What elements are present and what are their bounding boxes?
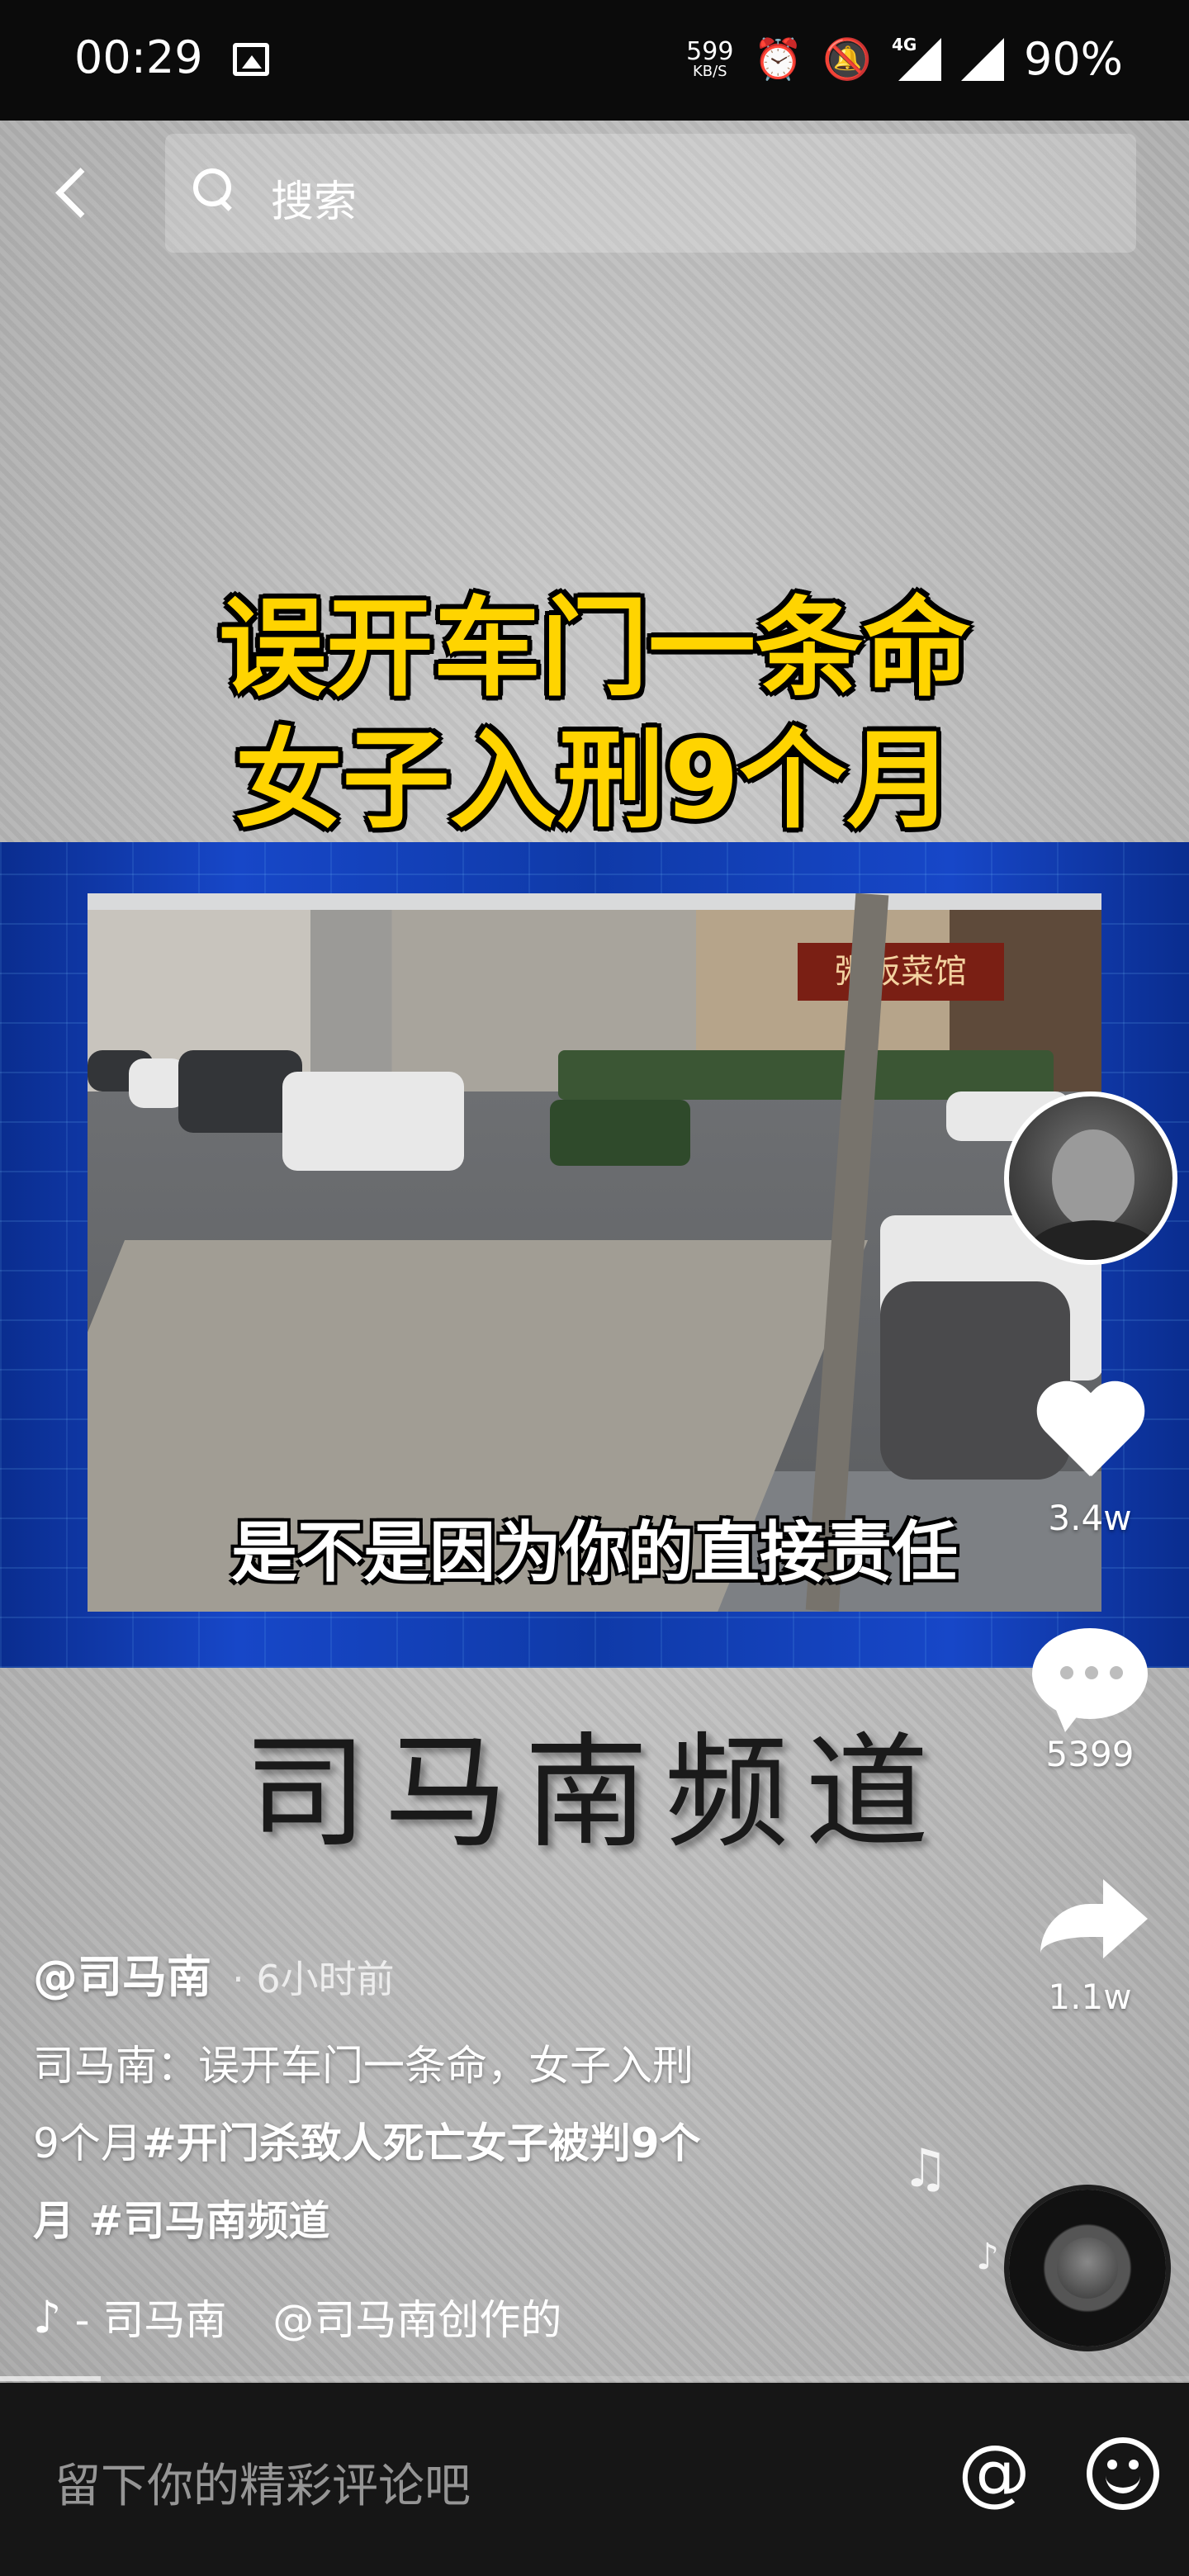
share-icon (1032, 1871, 1148, 1970)
tiktok-note-icon: ♪ (33, 2290, 62, 2343)
video-frame: 粥饭菜馆 是不是因为你的直接责任 (88, 893, 1101, 1612)
music-note-icon: ♪ (976, 2236, 1000, 2278)
music-note-icon: ♫ (902, 2138, 950, 2200)
share-count: 1.1w (1048, 1977, 1132, 2017)
post-time: · 6小时前 (232, 1957, 395, 2001)
comment-button[interactable]: 5399 (1024, 1628, 1156, 1774)
music-title: - 司马南 (74, 2296, 227, 2344)
status-indicators: 599 KB/S ⏰ 🔕 4G 90% (686, 33, 1123, 85)
comment-icon (1032, 1628, 1148, 1732)
scene-car-white (282, 1072, 464, 1171)
status-bar: 00:29 599 KB/S ⏰ 🔕 4G 90% (0, 0, 1189, 121)
hashtag-link[interactable]: #司马南频道 (88, 2197, 329, 2245)
scene-shop-sign: 粥饭菜馆 (798, 943, 1004, 1001)
network-speed: 599 KB/S (686, 36, 734, 80)
mute-icon: 🔕 (822, 36, 872, 83)
caption-text: 月 (33, 2197, 89, 2245)
search-input[interactable]: 搜索 (165, 134, 1136, 253)
status-time: 00:29 (74, 31, 203, 83)
channel-watermark: 司马南频道 (243, 1721, 945, 1865)
caption-text: 9个月 (33, 2119, 142, 2167)
caption-line: 月 #司马南频道 (33, 2182, 842, 2260)
video-headline-line2: 女子入刑9个月 (234, 717, 955, 843)
back-button[interactable] (45, 157, 111, 231)
comment-bar: 留下你的精彩评论吧 @ (0, 2383, 1189, 2576)
search-icon (193, 168, 234, 210)
mention-button[interactable]: @ (955, 2432, 1034, 2512)
author-name[interactable]: @司马南 (33, 1951, 211, 2003)
music-credit: @司马南创作的 (272, 2296, 562, 2344)
search-placeholder: 搜索 (271, 178, 358, 227)
music-disc-button[interactable] (1009, 2190, 1166, 2346)
heart-icon (1032, 1384, 1148, 1491)
emoji-icon[interactable] (1087, 2437, 1159, 2510)
comment-count: 5399 (1045, 1734, 1135, 1774)
video-progress-track[interactable] (0, 2376, 1189, 2381)
author-avatar[interactable] (1004, 1091, 1177, 1265)
cellular-4g-icon: 4G (892, 35, 941, 81)
hashtag-link[interactable]: #开门杀致人死亡女子被判9个 (142, 2119, 701, 2167)
network-speed-unit: KB/S (692, 62, 727, 80)
share-button[interactable]: 1.1w (1024, 1871, 1156, 2017)
caption-line: 9个月#开门杀致人死亡女子被判9个 (33, 2105, 842, 2182)
music-info[interactable]: ♪ - 司马南 @司马南创作的 (33, 2287, 561, 2346)
image-notification-icon (233, 43, 269, 76)
alarm-icon: ⏰ (753, 36, 803, 83)
author-line: @司马南 · 6小时前 (33, 1940, 395, 2005)
battery-level: 90% (1023, 33, 1123, 85)
video-subtitle: 是不是因为你的直接责任 (231, 1514, 958, 1591)
caption-line: 司马南：误开车门一条命，女子入刑 (33, 2042, 694, 2090)
video-progress-fill (0, 2376, 102, 2381)
signal-icon (960, 37, 1004, 81)
like-button[interactable]: 3.4w (1024, 1384, 1156, 1538)
post-caption: 司马南：误开车门一条命，女子入刑 9个月#开门杀致人死亡女子被判9个 月 #司马… (33, 2027, 842, 2260)
like-count: 3.4w (1048, 1498, 1132, 1538)
network-speed-value: 599 (686, 36, 734, 66)
scene-hedge-small (550, 1100, 690, 1166)
comment-input[interactable]: 留下你的精彩评论吧 (54, 2449, 471, 2516)
